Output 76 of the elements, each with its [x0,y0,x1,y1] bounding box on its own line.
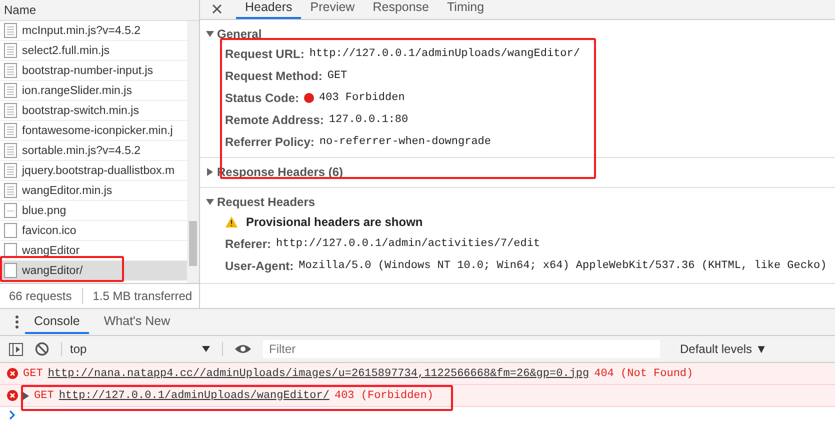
file-icon [4,263,17,278]
error-status: 404 (Not Found) [594,368,694,380]
eye-icon[interactable] [235,344,251,354]
header-name: Request Method: [225,69,322,83]
request-link[interactable]: http://127.0.0.1/adminUploads/wangEditor/ [58,390,330,402]
file-icon [4,83,17,98]
disclosure-triangle-icon[interactable] [206,168,214,176]
header-value: Mozilla/5.0 (Windows NT 10.0; Win64; x64) AppleWebKit/537.36 (KHTML, like Gecko) [298,260,827,272]
header-value: 403 Forbidden [319,92,405,104]
file-icon [4,63,17,78]
clear-icon[interactable] [35,342,49,356]
warning-icon [225,216,238,228]
drawer-tab[interactable]: What's New [94,310,180,334]
request-row[interactable]: favicon.ico [0,221,187,241]
section-header[interactable]: Request Headers [200,193,835,211]
close-icon[interactable] [212,4,222,14]
header-value: GET [327,70,348,82]
header-value: http://127.0.0.1/admin/activities/7/edit [276,238,540,250]
file-icon [4,163,17,178]
request-row[interactable]: wangEditor.min.js [0,181,187,201]
header-value: 127.0.0.1:80 [328,114,408,126]
prompt-icon[interactable] [9,410,16,420]
column-header[interactable]: Name [0,0,199,21]
filter-field[interactable]: Filter [263,340,660,358]
dropdown-caret-icon [202,346,210,352]
file-icon [4,123,17,138]
error-icon [7,368,18,379]
header-name: Request URL: [225,47,304,61]
error-status: 403 (Forbidden) [334,390,434,402]
drawer-tab[interactable]: Console [25,310,89,334]
request-row[interactable]: fontawesome-iconpicker.min.j [0,121,187,141]
request-row[interactable]: ion.rangeSlider.min.js [0,81,187,101]
header-name: Referrer Policy: [225,135,314,149]
status-dot-icon [304,93,314,103]
more-options-icon[interactable] [15,315,19,329]
file-icon [4,103,17,118]
request-row[interactable]: bootstrap-number-input.js [0,61,187,81]
file-icon [4,243,17,258]
file-icon [4,43,17,58]
file-icon [4,183,17,198]
file-icon [4,143,17,158]
tab[interactable]: Headers [236,0,302,19]
expand-triangle-icon[interactable] [23,392,29,400]
request-row[interactable]: mcInput.min.js?v=4.5.2 [0,21,187,41]
transferred-size: 1.5 MB transferred [92,289,192,303]
request-link[interactable]: http://nana.natapp4.cc//adminUploads/images/u=2615897734,1122566668&fm=26&gp=0.jpg [48,368,590,380]
section-header[interactable]: General [200,25,835,43]
request-row[interactable]: sortable.min.js?v=4.5.2 [0,141,187,161]
file-icon [4,223,17,238]
file-icon [4,23,17,38]
error-icon [7,390,18,401]
request-row[interactable]: bootstrap-switch.min.js [0,101,187,121]
header-name: Status Code: [225,91,300,105]
disclosure-triangle-icon[interactable] [206,30,214,38]
header-value: no-referrer-when-downgrade [319,136,492,148]
request-row[interactable]: wangEditor/ [0,261,187,281]
request-method: GET [34,390,54,402]
header-value: http://127.0.0.1/adminUploads/wangEditor/ [309,48,580,60]
header-name: User-Agent: [225,259,294,273]
header-name: Remote Address: [225,113,324,127]
request-row[interactable]: jquery.bootstrap-duallistbox.m [0,161,187,181]
file-icon [4,203,17,218]
request-row[interactable]: select2.full.min.js [0,41,187,61]
tab[interactable]: Response [364,0,438,19]
request-count: 66 requests [9,289,72,303]
context-dropdown[interactable]: top [61,342,223,356]
disclosure-triangle-icon[interactable] [206,198,214,206]
tab[interactable]: Timing [438,0,494,19]
header-name: Referer: [225,237,272,251]
request-row[interactable]: blue.png [0,201,187,221]
sidebar-toggle-icon[interactable] [9,342,23,356]
request-method: GET [23,368,43,380]
levels-dropdown[interactable]: Default levels ▼ [680,342,768,356]
warning-text: Provisional headers are shown [246,215,423,229]
tab[interactable]: Preview [301,0,364,19]
scrollbar[interactable] [187,21,199,283]
